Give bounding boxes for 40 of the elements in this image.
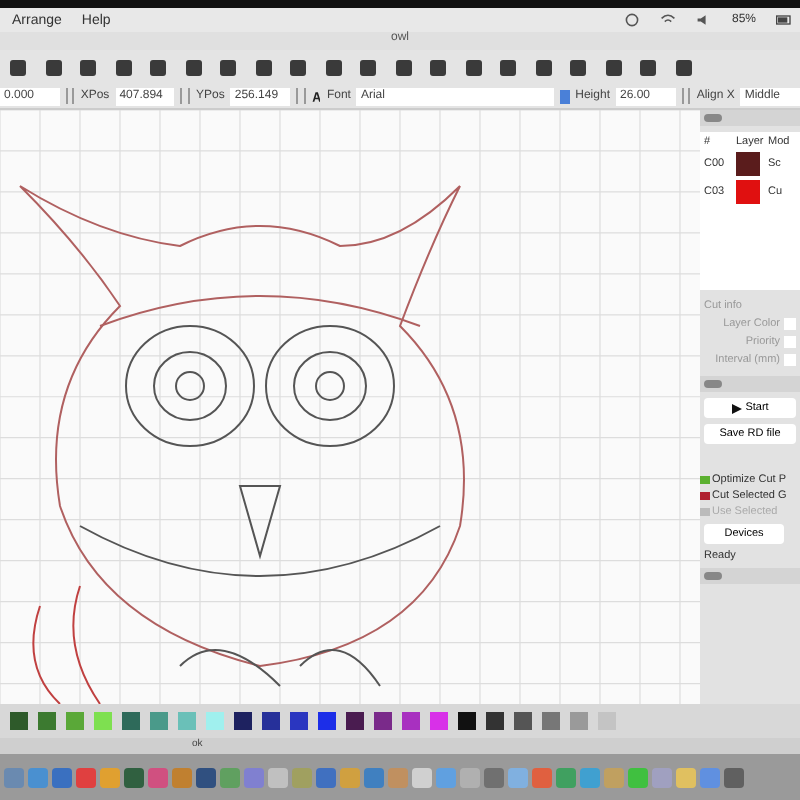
color-swatch[interactable] [10, 712, 28, 730]
panel-controls-icon[interactable] [704, 572, 722, 580]
color-swatch[interactable] [206, 712, 224, 730]
panel-controls-icon[interactable] [704, 114, 722, 122]
wifi-icon[interactable] [659, 12, 676, 28]
color-swatch[interactable] [178, 712, 196, 730]
color-swatch[interactable] [66, 712, 84, 730]
color-swatch[interactable] [262, 712, 280, 730]
color-swatch[interactable] [458, 712, 476, 730]
color-swatch[interactable] [122, 712, 140, 730]
color-swatch[interactable] [430, 712, 448, 730]
color-swatch[interactable] [486, 712, 504, 730]
color-swatch[interactable] [94, 712, 112, 730]
battery-icon[interactable] [776, 12, 792, 28]
layer-color-swatch[interactable] [736, 180, 760, 204]
color-swatch[interactable] [38, 712, 56, 730]
color-swatch[interactable] [514, 712, 532, 730]
spin-control[interactable] [681, 88, 691, 104]
color-swatch[interactable] [570, 712, 588, 730]
color-swatch[interactable] [234, 712, 252, 730]
layer-color-swatch[interactable] [736, 152, 760, 176]
toggle-icon[interactable] [559, 89, 570, 103]
spin-control[interactable] [180, 88, 191, 104]
color-swatch[interactable] [402, 712, 420, 730]
color-swatch[interactable] [542, 712, 560, 730]
play-icon [731, 403, 742, 413]
color-swatch[interactable] [346, 712, 364, 730]
panel-controls-icon[interactable] [704, 380, 722, 388]
status-icon[interactable] [623, 12, 640, 28]
spin-control[interactable] [65, 88, 75, 104]
color-swatch[interactable] [318, 712, 336, 730]
spin-control[interactable] [296, 88, 306, 104]
checkbox[interactable] [700, 476, 710, 484]
color-swatch[interactable] [290, 712, 308, 730]
font-icon [311, 89, 321, 103]
color-swatch[interactable] [374, 712, 392, 730]
canvas[interactable] [0, 110, 700, 704]
checkbox[interactable] [700, 492, 710, 500]
color-swatch[interactable] [150, 712, 168, 730]
volume-icon[interactable] [695, 12, 712, 28]
